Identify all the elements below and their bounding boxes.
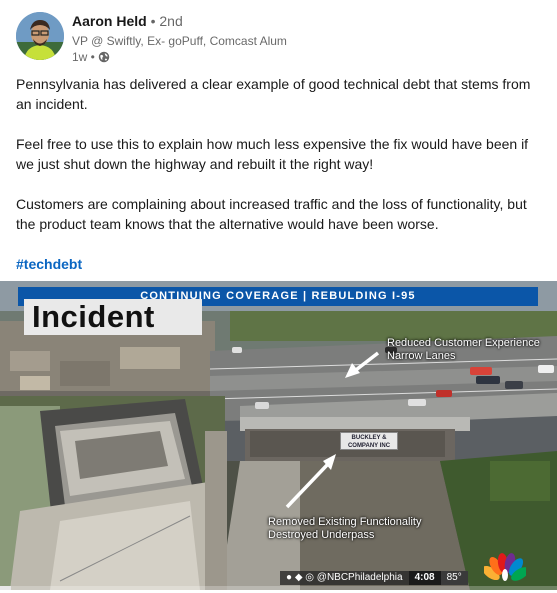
annotation-line: Reduced Customer Experience: [387, 337, 540, 349]
sign-line: COMPANY INC: [347, 443, 391, 449]
author-headline: VP @ Swiftly, Ex- goPuff, Comcast Alum: [72, 34, 287, 48]
hashtag-link[interactable]: #techdebt: [16, 256, 82, 272]
author-avatar[interactable]: [16, 12, 64, 60]
nbc-peacock-logo: [484, 553, 526, 581]
video-player[interactable]: CONTINUING COVERAGE | REBULDING I-95 Inc…: [0, 281, 557, 590]
annotation-reduced-experience: Reduced Customer Experience Narrow Lanes: [387, 337, 540, 363]
social-handle: ● ◆ ◎ @NBCPhiladelphia: [280, 571, 409, 585]
connection-degree: • 2nd: [150, 13, 183, 29]
post-paragraph: Customers are complaining about increase…: [16, 196, 527, 232]
annotation-line: Narrow Lanes: [387, 350, 456, 362]
post-time: 1w •: [72, 50, 95, 64]
post-card: Aaron Held • 2nd VP @ Swiftly, Ex- goPuf…: [0, 0, 557, 593]
video-progress-fill: [0, 586, 12, 590]
globe-icon: [98, 51, 110, 63]
author-line: Aaron Held • 2nd: [72, 13, 183, 29]
incident-label: Incident: [24, 299, 202, 335]
avatar-photo: [16, 12, 64, 60]
post-paragraph: Pennsylvania has delivered a clear examp…: [16, 76, 531, 112]
news-lower-third: ● ◆ ◎ @NBCPhiladelphia 4:08 85°: [280, 571, 468, 585]
sign-line: BUCKLEY &: [351, 435, 387, 441]
post-body: Pennsylvania has delivered a clear examp…: [16, 74, 543, 294]
social-handle-text: @NBCPhiladelphia: [316, 572, 403, 583]
broadcast-clock: 4:08: [408, 571, 441, 585]
contractor-sign: BUCKLEY & COMPANY INC: [340, 432, 398, 450]
social-icons: ● ◆ ◎: [286, 572, 317, 583]
annotation-line: Destroyed Underpass: [268, 529, 375, 541]
annotation-removed-functionality: Removed Existing Functionality Destroyed…: [268, 516, 421, 542]
broadcast-temperature: 85°: [440, 571, 468, 585]
annotation-line: Removed Existing Functionality: [268, 516, 422, 528]
video-progress-track[interactable]: [0, 586, 557, 590]
author-name[interactable]: Aaron Held: [72, 13, 147, 29]
post-paragraph: Feel free to use this to explain how muc…: [16, 136, 529, 172]
post-meta: 1w •: [72, 50, 110, 64]
